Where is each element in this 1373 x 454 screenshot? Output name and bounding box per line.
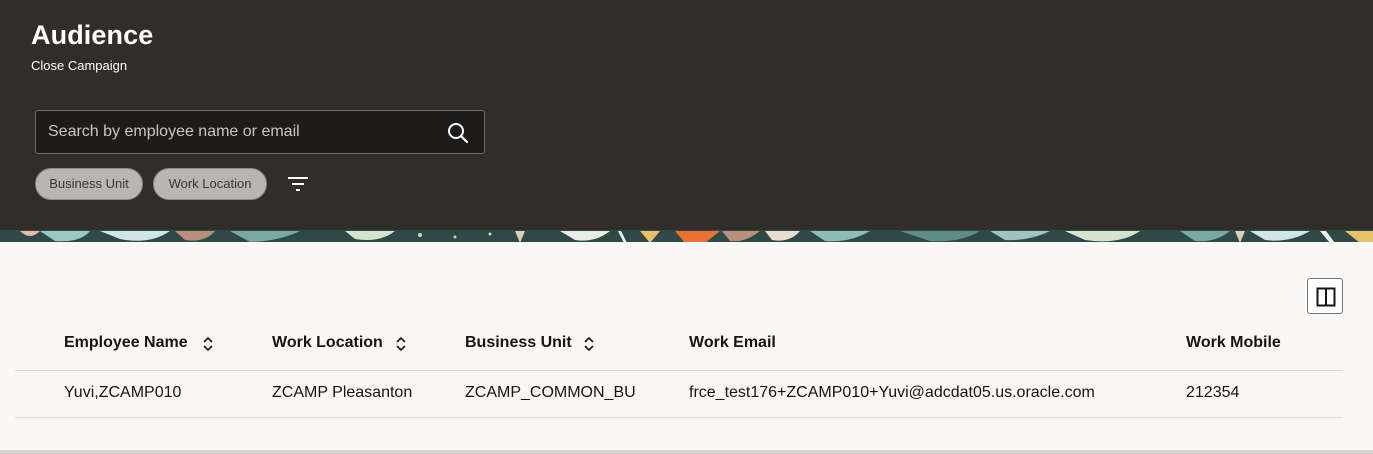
cell-business-unit: ZCAMP_COMMON_BU (465, 384, 636, 401)
column-header-employee-name[interactable]: Employee Name (64, 334, 188, 352)
column-header-work-mobile: Work Mobile (1186, 334, 1281, 351)
page-title: Audience (31, 20, 154, 50)
search-icon[interactable] (446, 121, 470, 145)
decorative-banner (0, 230, 1373, 242)
search-box (35, 110, 485, 154)
column-layout-button[interactable] (1307, 278, 1343, 314)
search-input[interactable] (36, 111, 436, 153)
column-header-work-email: Work Email (689, 334, 776, 351)
work-location-filter-chip[interactable]: Work Location (153, 168, 267, 200)
table-divider (15, 370, 1343, 371)
page-subtitle: Close Campaign (31, 58, 128, 73)
page-header: Audience Close Campaign Business Unit Wo… (0, 0, 1373, 230)
sort-icon[interactable] (202, 335, 214, 353)
business-unit-filter-chip[interactable]: Business Unit (35, 168, 143, 200)
sort-icon[interactable] (583, 335, 595, 353)
cell-work-location: ZCAMP Pleasanton (272, 384, 413, 401)
table-divider (15, 417, 1343, 418)
column-header-business-unit[interactable]: Business Unit (465, 334, 572, 352)
filter-icon[interactable] (286, 172, 310, 196)
sort-icon[interactable] (395, 335, 407, 353)
horizontal-scrollbar[interactable] (0, 450, 1373, 454)
column-layout-icon (1316, 287, 1336, 307)
cell-work-mobile: 212354 (1186, 384, 1240, 401)
column-header-work-location[interactable]: Work Location (272, 334, 383, 352)
cell-work-email: frce_test176+ZCAMP010+Yuvi@adcdat05.us.o… (689, 384, 1095, 401)
cell-employee-name: Yuvi,ZCAMP010 (64, 384, 182, 401)
